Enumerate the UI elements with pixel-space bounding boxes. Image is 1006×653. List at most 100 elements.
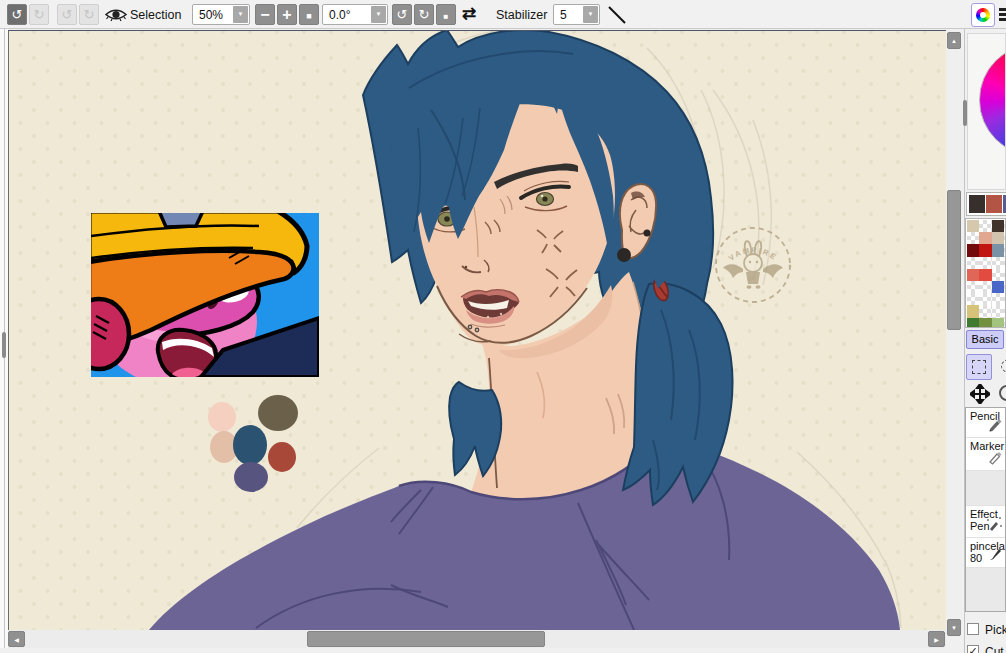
tool-list[interactable]: PencilMarker Effect Penpincela. 80: [965, 407, 1006, 612]
move-tool[interactable]: [970, 384, 990, 404]
palette-swatch[interactable]: [992, 220, 1004, 232]
canvas[interactable]: VAMPIRE: [8, 30, 946, 630]
minus-icon: −: [260, 6, 269, 23]
hue-wheel[interactable]: [979, 44, 1006, 156]
palette-swatch[interactable]: [979, 220, 991, 232]
palette-swatch[interactable]: [992, 281, 1004, 293]
palette-swatch[interactable]: [967, 318, 979, 328]
reference-image: [69, 211, 319, 386]
palette-swatch[interactable]: [992, 305, 1004, 317]
left-panel-edge: [0, 29, 8, 648]
ellipse-select-tool[interactable]: [996, 354, 1006, 380]
scroll-right-button[interactable]: ▶: [928, 631, 945, 647]
current-color-swatch[interactable]: [986, 195, 1002, 213]
stabilizer-select[interactable]: 5 ▼: [553, 4, 600, 25]
toolbar: ↺ ↻ ↺ ↻ Selection 50% ▼ − + ■ 0.0° ▼ ↺ ↻…: [0, 0, 1006, 29]
color-palette[interactable]: [965, 218, 1006, 328]
color-wheel-button[interactable]: [971, 3, 995, 27]
zoom-in-button[interactable]: +: [277, 4, 297, 25]
tool-item-empty[interactable]: [966, 471, 1005, 506]
palette-swatch[interactable]: [967, 305, 979, 317]
chevron-down-icon[interactable]: ▼: [371, 6, 386, 23]
palette-swatch[interactable]: [979, 244, 991, 256]
rect-select-icon: [972, 360, 986, 374]
selection-label: Selection: [130, 8, 181, 22]
palette-swatch[interactable]: [979, 269, 991, 281]
zoom-select[interactable]: 50% ▼: [192, 4, 250, 25]
palette-swatch[interactable]: [979, 281, 991, 293]
rotate-cw-button[interactable]: ↻: [414, 4, 434, 25]
pencil-icon: [987, 416, 1003, 436]
angle-select[interactable]: 0.0° ▼: [322, 4, 388, 25]
ellipse-select-icon: [1001, 359, 1006, 373]
rotate-ccw-icon: ↺: [397, 7, 408, 22]
line-tool-icon[interactable]: [606, 4, 628, 26]
undo-icon: ↺: [12, 7, 23, 22]
eye-icon[interactable]: [105, 7, 127, 22]
square-icon: ■: [444, 12, 449, 21]
palette-swatch[interactable]: [979, 305, 991, 317]
undo-button[interactable]: ↺: [7, 4, 27, 25]
zoom-tool[interactable]: [998, 384, 1006, 404]
vertical-scroll-thumb[interactable]: [947, 190, 961, 330]
undo-history-button[interactable]: ↺: [57, 4, 77, 25]
zoom-reset-button[interactable]: ■: [299, 4, 319, 25]
tool-item-marker[interactable]: Marker: [966, 438, 1005, 471]
color-wheel-icon: [976, 8, 990, 22]
palette-swatch[interactable]: [967, 257, 979, 269]
zoom-out-button[interactable]: −: [255, 4, 275, 25]
rotate-ccw-button[interactable]: ↺: [392, 4, 412, 25]
palette-swatch[interactable]: [992, 257, 1004, 269]
palette-swatch[interactable]: [967, 220, 979, 232]
palette-swatch[interactable]: [967, 293, 979, 305]
rotate-reset-button[interactable]: ■: [436, 4, 456, 25]
tool-item-pincela.[interactable]: pincela. 80: [966, 538, 1005, 568]
palette-swatch[interactable]: [992, 232, 1004, 244]
scroll-down-button[interactable]: ▼: [947, 619, 961, 636]
palette-swatch[interactable]: [979, 232, 991, 244]
palette-swatch[interactable]: [992, 318, 1004, 328]
tool-item-pencil[interactable]: Pencil: [966, 408, 1005, 438]
pick-checkbox[interactable]: [967, 623, 979, 635]
rotate-cw-icon: ↻: [419, 7, 430, 22]
scroll-left-button[interactable]: ◀: [8, 631, 25, 647]
left-splitter-handle[interactable]: [2, 332, 6, 358]
horizontal-scrollbar[interactable]: ◀ ▶: [8, 630, 946, 648]
redo-history-button[interactable]: ↻: [79, 4, 99, 25]
palette-swatch[interactable]: [967, 244, 979, 256]
stabilizer-label: Stabilizer: [496, 8, 547, 22]
rect-select-tool[interactable]: [966, 354, 992, 380]
palette-swatch[interactable]: [992, 293, 1004, 305]
status-strip: [0, 648, 1006, 653]
app-window: ↺ ↻ ↺ ↻ Selection 50% ▼ − + ■ 0.0° ▼ ↺ ↻…: [0, 0, 1006, 653]
flip-horizontal-icon[interactable]: ⇄: [462, 3, 476, 24]
color-wheel-panel[interactable]: [967, 33, 1006, 190]
palette-swatch[interactable]: [979, 318, 991, 328]
palette-swatch[interactable]: [967, 269, 979, 281]
palette-swatch[interactable]: [979, 293, 991, 305]
menu-button[interactable]: [999, 7, 1006, 23]
palette-swatch[interactable]: [967, 281, 979, 293]
scroll-up-button[interactable]: ▲: [947, 32, 961, 49]
current-colors: [966, 192, 1006, 216]
redo-icon: ↻: [34, 7, 45, 22]
vertical-scrollbar[interactable]: ▲ ▼: [946, 30, 962, 637]
brush-icon: [987, 546, 1003, 566]
palette-swatch[interactable]: [992, 269, 1004, 281]
tool-item-effect[interactable]: Effect Pen: [966, 506, 1005, 538]
redo-button[interactable]: ↻: [29, 4, 49, 25]
basic-tab-button[interactable]: Basic: [966, 330, 1004, 349]
palette-swatch[interactable]: [979, 257, 991, 269]
chevron-down-icon[interactable]: ▼: [583, 6, 598, 23]
plus-icon: +: [282, 6, 291, 23]
palette-swatch[interactable]: [967, 232, 979, 244]
horizontal-scroll-thumb[interactable]: [307, 631, 545, 647]
artwork: VAMPIRE: [9, 31, 946, 630]
tool-item-empty[interactable]: [966, 568, 1005, 612]
current-color-swatch[interactable]: [969, 195, 985, 213]
chevron-down-icon[interactable]: ▼: [233, 6, 248, 23]
square-icon: ■: [306, 11, 311, 21]
cut-checkbox[interactable]: ✓: [967, 645, 979, 653]
palette-swatch[interactable]: [992, 244, 1004, 256]
check-icon: ✓: [968, 645, 977, 653]
